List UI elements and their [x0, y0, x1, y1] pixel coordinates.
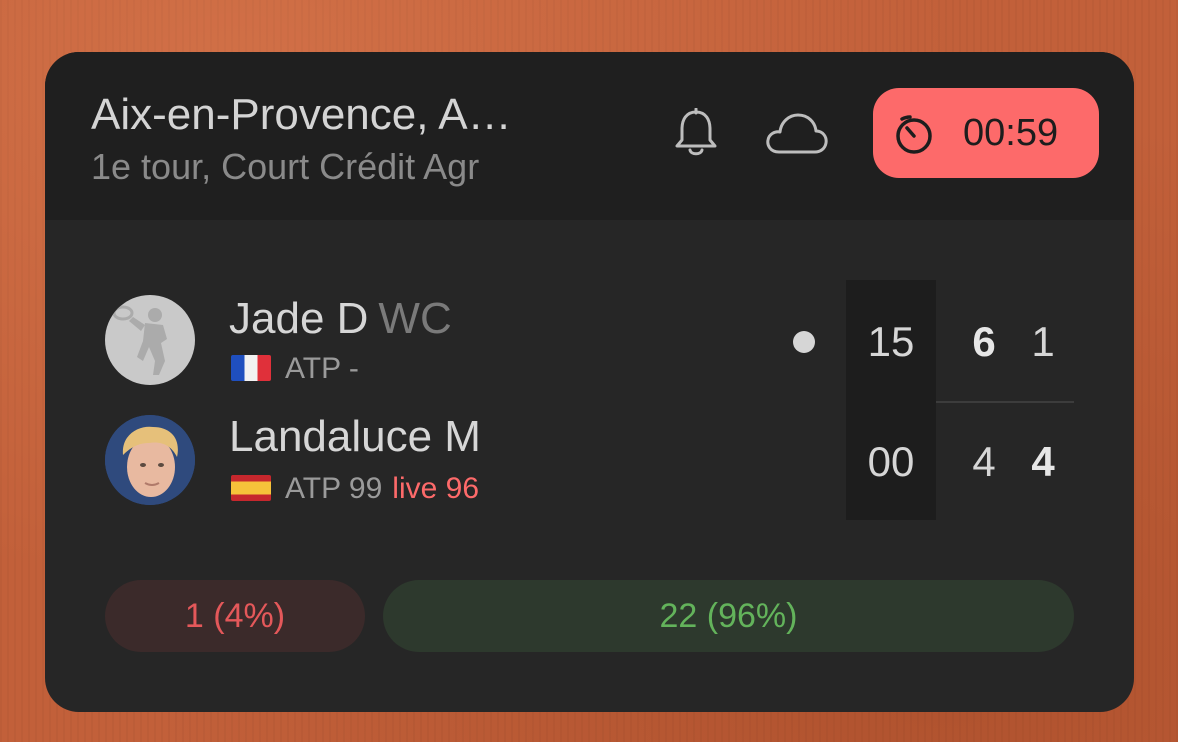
match-header: Aix-en-Provence, A… 1e tour, Court Crédi… — [45, 52, 1134, 220]
game-points-column: 15 00 — [846, 280, 936, 520]
player-silhouette-icon — [112, 305, 167, 375]
cloud-icon[interactable] — [765, 110, 829, 156]
player1-name-line[interactable]: Jade D WC — [229, 294, 452, 344]
player1-ranking: ATP - — [285, 352, 359, 385]
player-photo-icon — [105, 415, 195, 505]
player1-set1-score: 6 — [972, 318, 996, 365]
score-divider — [936, 401, 1074, 403]
round-court-subtitle: 1e tour, Court Crédit Agr — [91, 146, 480, 187]
timer-icon — [896, 115, 932, 154]
wildcard-tag: WC — [378, 294, 452, 343]
player2-points: 00 — [867, 438, 915, 485]
player1-avatar[interactable] — [105, 295, 195, 385]
serve-indicator-icon — [793, 331, 815, 353]
match-card[interactable]: Aix-en-Provence, A… 1e tour, Court Crédi… — [45, 52, 1134, 712]
player2-live-ranking: live 96 — [392, 472, 479, 505]
player1-name: Jade D — [229, 294, 369, 343]
bell-icon[interactable] — [673, 108, 719, 158]
player2-set1-score: 4 — [972, 438, 996, 485]
player2-set2-score: 4 — [1031, 438, 1055, 485]
player2-name: Landaluce M — [229, 412, 481, 461]
player2-info: ATP 99 live 96 — [231, 472, 479, 506]
player1-set2-score: 1 — [1031, 318, 1055, 365]
timer-value: 00:59 — [963, 112, 1059, 154]
match-timer[interactable]: 00:59 — [873, 88, 1099, 178]
tournament-title: Aix-en-Provence, A… — [91, 90, 512, 139]
flag-france-icon — [231, 355, 271, 381]
player2-name-line[interactable]: Landaluce M — [229, 412, 481, 462]
player2-avatar[interactable] — [105, 415, 195, 505]
player1-points: 15 — [867, 318, 915, 365]
flag-spain-icon — [231, 475, 271, 501]
player2-vote-button[interactable]: 22 (96%) — [383, 580, 1074, 652]
player1-info: ATP - — [231, 352, 359, 386]
player2-ranking: ATP 99 — [285, 472, 383, 505]
player1-vote-button[interactable]: 1 (4%) — [105, 580, 365, 652]
